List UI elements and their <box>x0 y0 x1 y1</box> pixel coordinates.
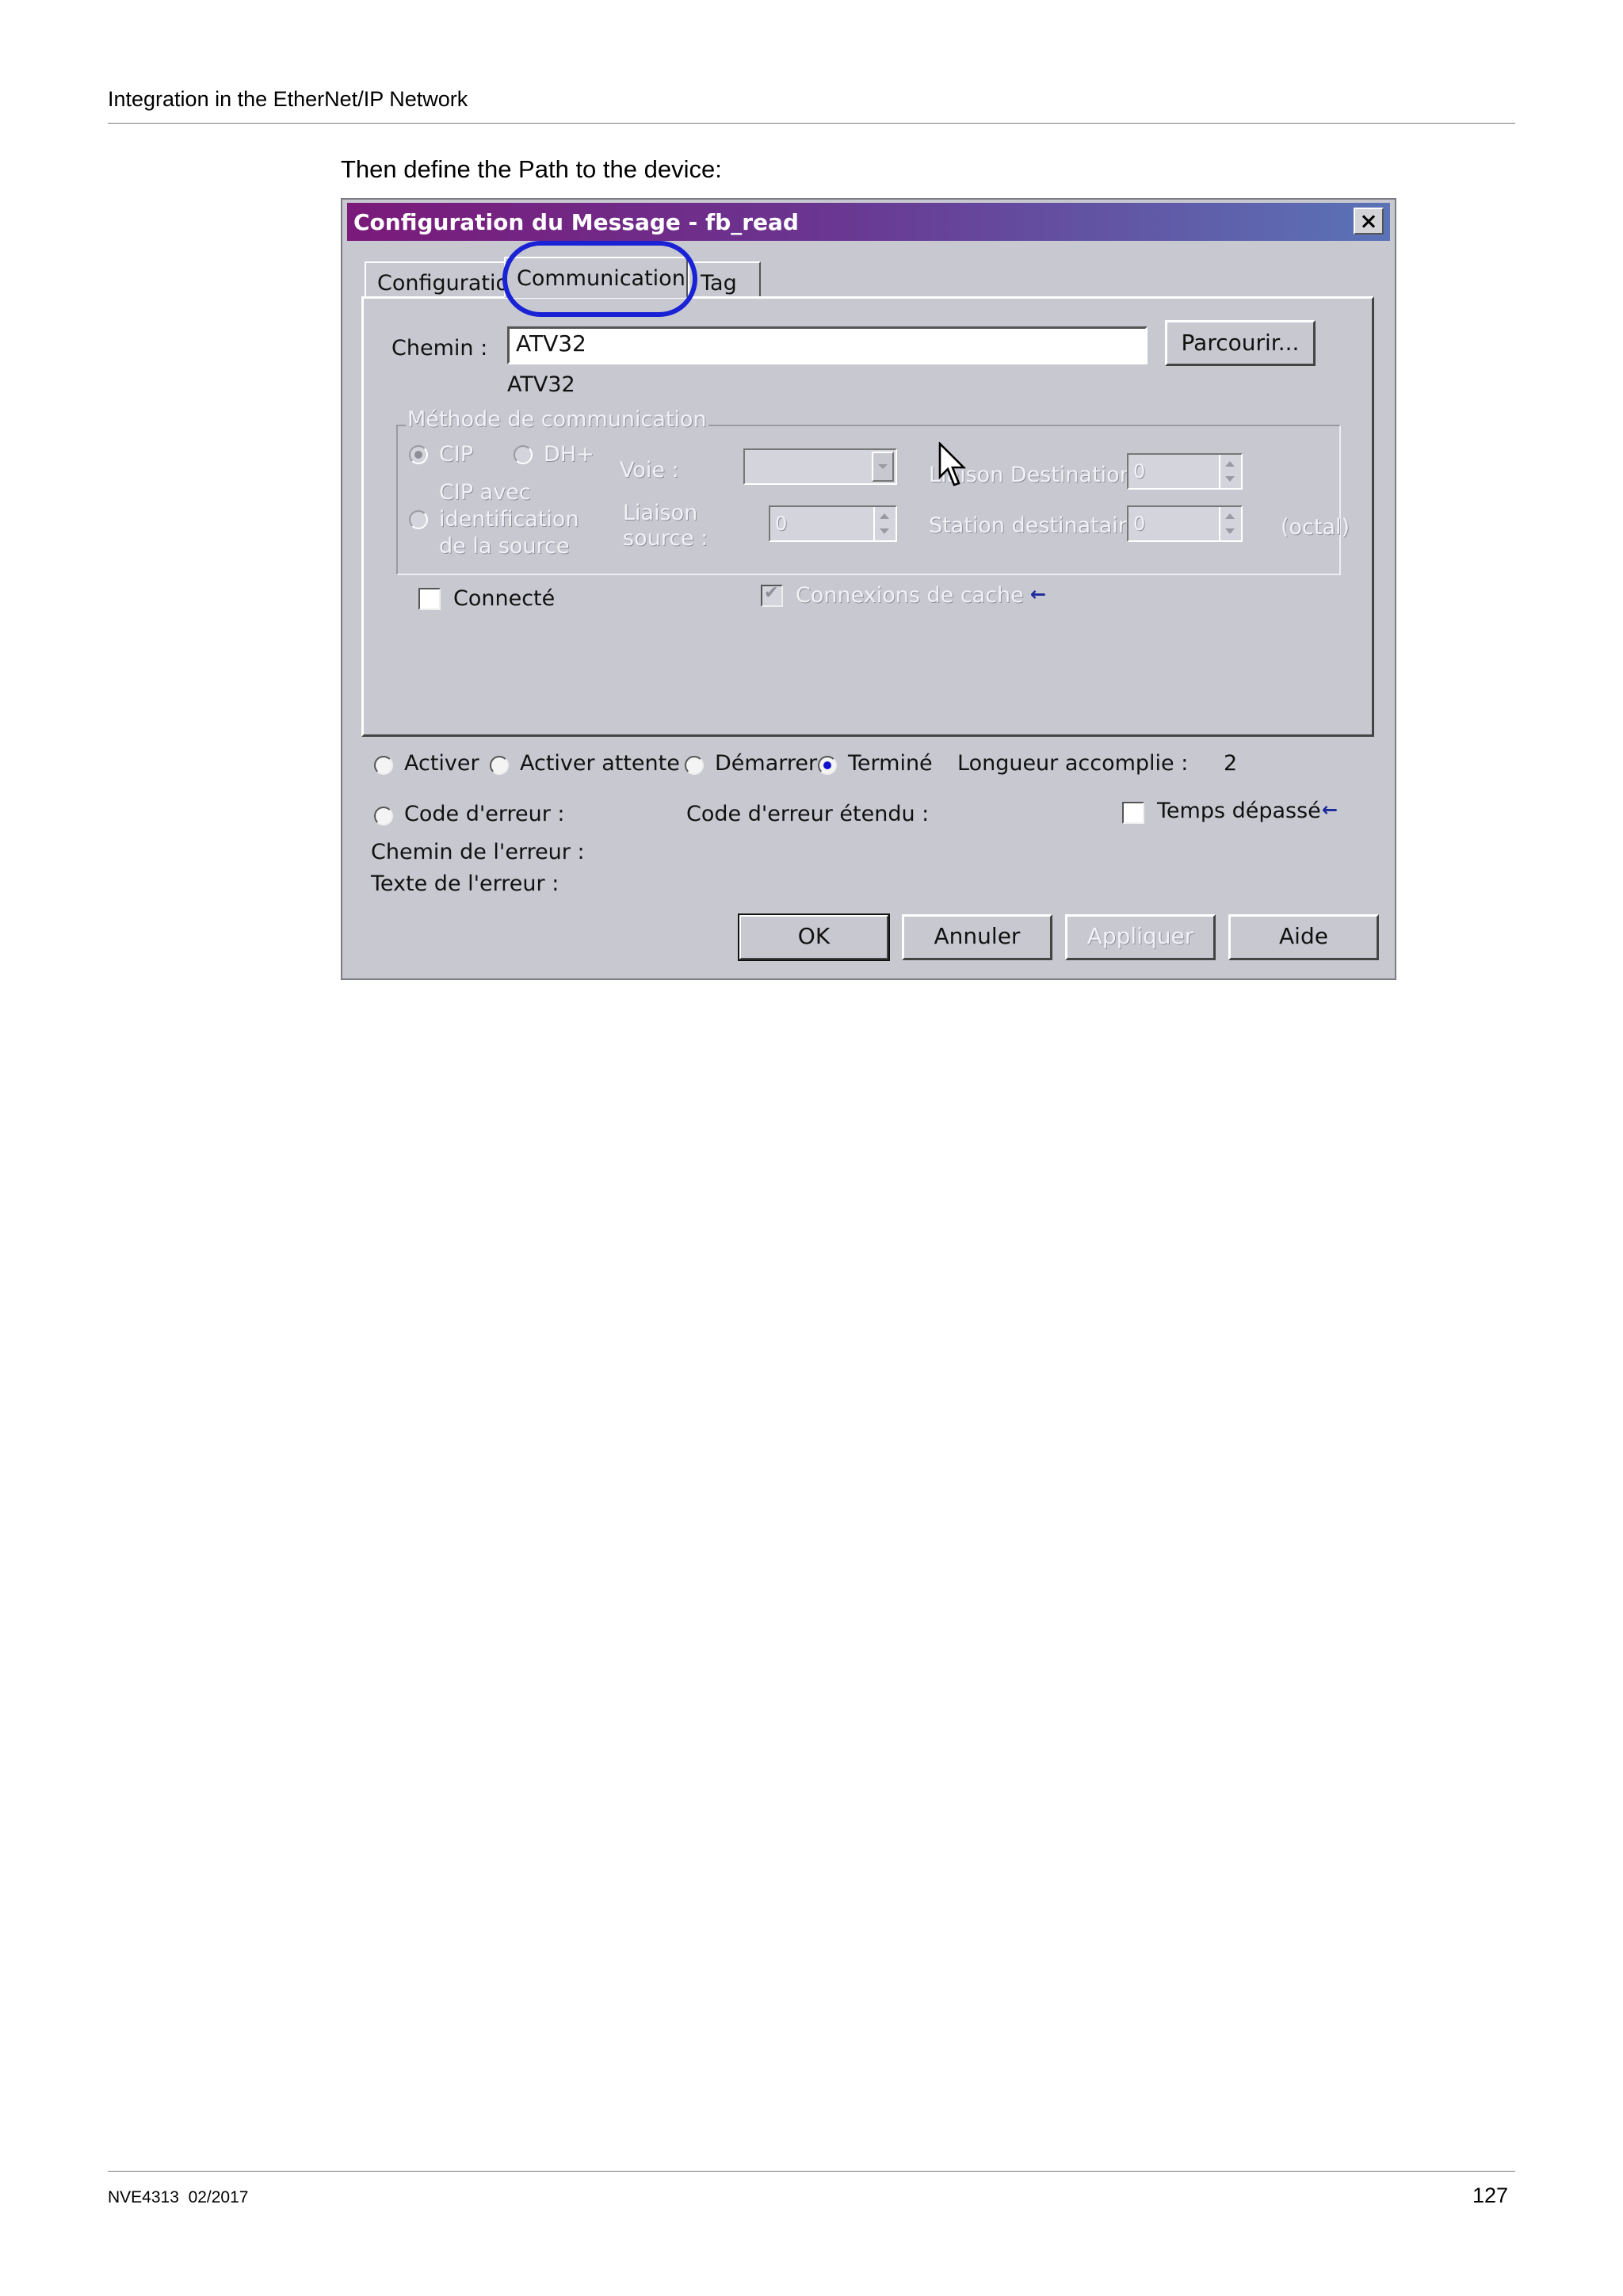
activer-label: Activer <box>404 751 479 776</box>
footer-divider <box>108 2171 1515 2172</box>
code-erreur-etendu-label: Code d'erreur étendu : <box>686 802 930 826</box>
code-erreur-label: Code d'erreur : <box>404 802 565 826</box>
annuler-button[interactable]: Annuler <box>902 914 1052 960</box>
dhplus-label: DH+ <box>544 442 594 467</box>
temps-depasse-checkbox[interactable] <box>1122 802 1144 824</box>
path-value: ATV32 <box>516 330 586 357</box>
cip-source-radio[interactable] <box>409 510 428 529</box>
temps-depasse-label: Temps dépassé <box>1157 799 1321 823</box>
aide-button[interactable]: Aide <box>1228 914 1379 960</box>
cip-source-line2: identification <box>439 507 579 532</box>
chemin-erreur-label: Chemin de l'erreur : <box>371 840 585 864</box>
station-destinataire-label: Station destinataire : <box>929 513 1154 538</box>
demarrer-radio[interactable] <box>685 756 704 775</box>
demarrer-label: Démarrer <box>715 751 818 776</box>
cip-radio[interactable] <box>409 445 428 464</box>
page-header: Integration in the EtherNet/IP Network <box>108 87 468 111</box>
liaison-destination-spinner[interactable]: 0 <box>1127 453 1243 490</box>
page-number: 127 <box>1472 2183 1509 2207</box>
close-icon[interactable] <box>1354 208 1384 235</box>
arrow-left-icon: ← <box>1322 799 1338 821</box>
dialog-title: Configuration du Message - fb_read <box>353 209 799 235</box>
tab-tag[interactable]: Tag <box>688 261 761 298</box>
liaison-source-value: 0 <box>775 513 788 535</box>
code-erreur-radio[interactable] <box>374 807 393 826</box>
termine-radio[interactable] <box>818 756 837 775</box>
longueur-value: 2 <box>1224 751 1238 776</box>
ok-button[interactable]: OK <box>738 913 890 961</box>
mouse-cursor-icon <box>938 442 967 486</box>
dhplus-radio[interactable] <box>514 445 533 464</box>
chevron-down-icon <box>872 452 894 482</box>
voie-select[interactable] <box>743 448 897 485</box>
connected-label: Connecté <box>453 586 556 611</box>
dialog-titlebar: Configuration du Message - fb_read <box>347 203 1390 241</box>
liaison-source-line1: Liaison <box>623 501 698 525</box>
tab-highlight-ring <box>502 241 697 317</box>
liaison-source-spinner[interactable]: 0 <box>769 505 897 542</box>
activer-attente-radio[interactable] <box>490 756 509 775</box>
station-destinataire-spinner[interactable]: 0 <box>1127 505 1243 542</box>
header-divider <box>108 123 1515 124</box>
liaison-source-line2: source : <box>623 526 708 551</box>
spinner-arrows-icon[interactable] <box>873 507 896 540</box>
path-input[interactable]: ATV32 <box>507 326 1148 364</box>
appliquer-button[interactable]: Appliquer <box>1065 914 1216 960</box>
tab-configuration[interactable]: Configuration <box>365 261 522 298</box>
cache-label: Connexions de cache <box>796 583 1024 608</box>
spinner-arrows-icon[interactable] <box>1219 507 1241 540</box>
longueur-label: Longueur accomplie : <box>957 751 1189 776</box>
cip-source-line3: de la source <box>439 534 570 559</box>
communication-method-label: Méthode de communication <box>406 407 708 432</box>
arrow-left-icon: ← <box>1030 583 1047 605</box>
texte-erreur-label: Texte de l'erreur : <box>371 871 559 896</box>
voie-label: Voie : <box>620 458 679 482</box>
termine-label: Terminé <box>848 751 933 776</box>
cip-source-line1: CIP avec <box>439 480 531 505</box>
octal-label: (octal) <box>1281 515 1350 540</box>
station-destinataire-value: 0 <box>1133 513 1146 535</box>
cache-checkbox[interactable]: ✔ <box>761 583 783 607</box>
intro-text: Then define the Path to the device: <box>341 155 722 183</box>
message-configuration-dialog: Configuration du Message - fb_read Confi… <box>341 198 1396 980</box>
liaison-destination-value: 0 <box>1133 460 1146 482</box>
spinner-arrows-icon[interactable] <box>1219 455 1241 488</box>
path-label: Chemin : <box>391 336 488 360</box>
document-reference: NVE4313 02/2017 <box>108 2188 249 2206</box>
activer-radio[interactable] <box>374 756 393 775</box>
browse-button[interactable]: Parcourir... <box>1165 320 1316 366</box>
connected-checkbox[interactable] <box>418 588 441 610</box>
activer-attente-label: Activer attente <box>520 751 680 776</box>
cip-label: CIP <box>439 442 474 467</box>
path-resolved: ATV32 <box>507 372 575 397</box>
